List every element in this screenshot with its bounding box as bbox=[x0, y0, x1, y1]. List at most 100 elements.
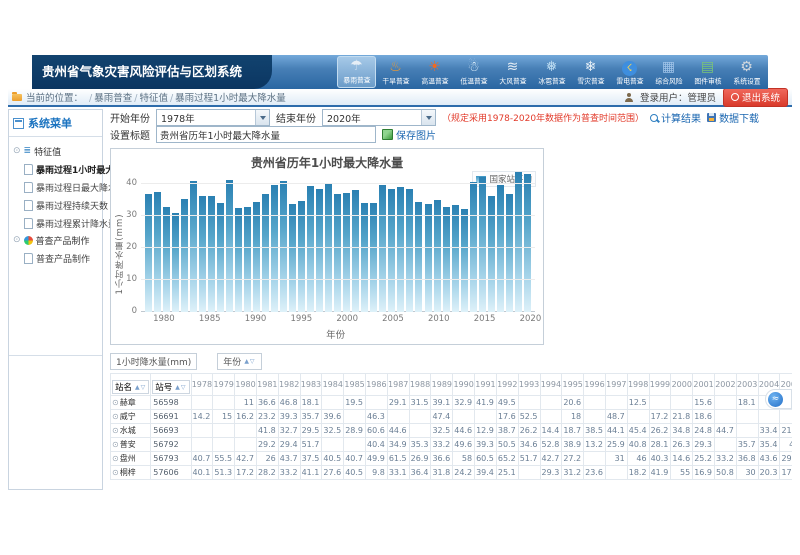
value-cell bbox=[605, 466, 627, 480]
bar-1994 bbox=[289, 204, 296, 312]
y-tick-label: 30 bbox=[117, 210, 137, 220]
station-name: 盘州 bbox=[120, 454, 136, 463]
sidebar-item-duration-days[interactable]: 暴雨过程持续天数 bbox=[11, 196, 100, 214]
year-column-header: 1997 bbox=[605, 374, 627, 396]
value-cell bbox=[213, 438, 235, 452]
value-cell: 25.1 bbox=[496, 466, 518, 480]
nav-item-wind-survey[interactable]: ≋大风普查 bbox=[493, 56, 532, 88]
floating-widget[interactable]: ≈ bbox=[765, 389, 792, 409]
bar-2012 bbox=[452, 205, 459, 312]
nav-item-label: 冰雹普查 bbox=[538, 77, 565, 86]
value-cell: 27.2 bbox=[562, 452, 584, 466]
year-column-header: 1995 bbox=[562, 374, 584, 396]
bar-1987 bbox=[226, 180, 233, 312]
nav-item-lightning-survey[interactable]: ☇雷电普查 bbox=[610, 56, 649, 88]
radio-icon[interactable]: ⊙ bbox=[112, 454, 119, 463]
nav-item-label: 雷电普查 bbox=[616, 77, 643, 86]
breadcrumb-items: /暴雨普查/特征值/暴雨过程1小时最大降水量 bbox=[87, 90, 286, 104]
table-row: ⊙水城5669341.832.729.532.528.960.644.632.5… bbox=[111, 424, 793, 438]
y-tick-label: 10 bbox=[117, 274, 137, 284]
sidebar-item-max-1h-precip[interactable]: 暴雨过程1小时最大降水量 bbox=[11, 160, 100, 178]
logout-button[interactable]: 退出系统 bbox=[723, 88, 788, 107]
nav-item-snow-survey[interactable]: ❄雪灾普查 bbox=[571, 56, 610, 88]
value-cell: 43.6 bbox=[758, 452, 780, 466]
value-cell: 55 bbox=[671, 466, 693, 480]
value-cell: 15 bbox=[213, 410, 235, 424]
bar-1981 bbox=[172, 213, 179, 312]
value-cell: 39.1 bbox=[431, 396, 453, 410]
value-cell bbox=[715, 438, 737, 452]
station-name-header-sort[interactable]: 站名▲▽ bbox=[112, 380, 149, 394]
nav-item-comprehensive-risk[interactable]: ▦综合风险 bbox=[649, 56, 688, 88]
value-cell: 21.2 bbox=[780, 424, 792, 438]
rainstorm-survey-icon: ☂ bbox=[350, 58, 363, 75]
start-year-select[interactable]: 1978年 bbox=[156, 109, 270, 126]
value-cell: 17.6 bbox=[496, 410, 518, 424]
value-cell: 48.7 bbox=[605, 410, 627, 424]
bar-2018 bbox=[506, 194, 513, 312]
chart-title-input[interactable]: 贵州省历年1小时最大降水量 bbox=[156, 126, 376, 143]
value-cell: 50.8 bbox=[715, 466, 737, 480]
sidebar-item-product-making[interactable]: 普查产品制作 bbox=[11, 249, 100, 267]
value-cell: 46.3 bbox=[366, 410, 388, 424]
nav-item-hail-survey[interactable]: ❅冰雹普查 bbox=[532, 56, 571, 88]
breadcrumb-item[interactable]: 暴雨普查 bbox=[94, 93, 132, 104]
chevron-down-icon[interactable] bbox=[421, 110, 435, 125]
calc-result-link[interactable]: 计算结果 bbox=[650, 110, 701, 125]
value-cell bbox=[627, 410, 649, 424]
station-id-header-sort[interactable]: 站号▲▽ bbox=[152, 380, 189, 394]
chevron-down-icon[interactable] bbox=[255, 110, 269, 125]
sidebar-item-max-daily-precip[interactable]: 暴雨过程日最大降水量 bbox=[11, 178, 100, 196]
value-cell: 38.5 bbox=[584, 424, 606, 438]
nav-item-high-temp-survey[interactable]: ☀高温普查 bbox=[415, 56, 454, 88]
year-column-header: 1998 bbox=[627, 374, 649, 396]
value-cell: 35.3 bbox=[409, 438, 431, 452]
bar-1982 bbox=[181, 199, 188, 312]
nav-item-map-review[interactable]: ▤图件审核 bbox=[688, 56, 727, 88]
station-name-cell: ⊙赫章 bbox=[111, 396, 151, 410]
radio-icon[interactable]: ⊙ bbox=[112, 440, 119, 449]
station-id-cell: 56693 bbox=[151, 424, 191, 438]
bar-2019 bbox=[515, 172, 522, 313]
data-download-link[interactable]: 数据下载 bbox=[707, 110, 759, 125]
value-cell: 26.9 bbox=[409, 452, 431, 466]
value-cell: 32.7 bbox=[278, 424, 300, 438]
breadcrumb-item[interactable]: 暴雨过程1小时最大降水量 bbox=[175, 93, 286, 104]
year-sort-box[interactable]: 年份 ▲▽ bbox=[217, 353, 261, 370]
bar-1978 bbox=[145, 194, 152, 312]
expand-icon[interactable]: ⊙ bbox=[13, 236, 21, 245]
bar-1999 bbox=[334, 194, 341, 312]
sidebar-group-feature-values[interactable]: ⊙≣特征值 bbox=[11, 143, 100, 160]
sidebar-group-survey-products[interactable]: ⊙普查产品制作 bbox=[11, 232, 100, 249]
breadcrumb-item[interactable]: 特征值 bbox=[139, 93, 168, 104]
value-cell: 25.9 bbox=[605, 438, 627, 452]
gridline bbox=[141, 215, 535, 216]
end-year-select[interactable]: 2020年 bbox=[322, 109, 436, 126]
value-cell bbox=[191, 438, 213, 452]
table-row: ⊙桐梓5760640.151.317.228.233.241.127.640.5… bbox=[111, 466, 793, 480]
bar-2010 bbox=[434, 200, 441, 312]
value-cell: 33.2 bbox=[278, 466, 300, 480]
value-cell: 40.7 bbox=[191, 452, 213, 466]
year-column-header: 1986 bbox=[366, 374, 388, 396]
nav-item-drought-survey[interactable]: ♨干旱普查 bbox=[376, 56, 415, 88]
nav-item-rainstorm-survey[interactable]: ☂暴雨普查 bbox=[337, 56, 376, 88]
radio-icon[interactable]: ⊙ bbox=[112, 412, 119, 421]
start-year-label: 开始年份 bbox=[110, 110, 150, 125]
radio-icon[interactable]: ⊙ bbox=[112, 398, 119, 407]
save-image-link[interactable]: 保存图片 bbox=[382, 127, 436, 142]
radio-icon[interactable]: ⊙ bbox=[112, 426, 119, 435]
sidebar-item-accumulated-precip[interactable]: 暴雨过程累计降水量 bbox=[11, 214, 100, 232]
value-cell: 40.5 bbox=[322, 452, 344, 466]
nav-item-low-temp-survey[interactable]: ☃低温普查 bbox=[454, 56, 493, 88]
data-download-label: 数据下载 bbox=[719, 110, 759, 125]
nav-item-system-settings[interactable]: ⚙系统设置 bbox=[727, 56, 766, 88]
radio-icon[interactable]: ⊙ bbox=[112, 468, 119, 477]
sidebar-divider bbox=[9, 355, 102, 356]
value-cell: 21.8 bbox=[671, 410, 693, 424]
expand-icon[interactable]: ⊙ bbox=[13, 147, 21, 156]
save-image-label: 保存图片 bbox=[396, 127, 436, 142]
value-cell bbox=[213, 424, 235, 438]
value-cell: 18.1 bbox=[300, 396, 322, 410]
year-column-header: 1994 bbox=[540, 374, 562, 396]
